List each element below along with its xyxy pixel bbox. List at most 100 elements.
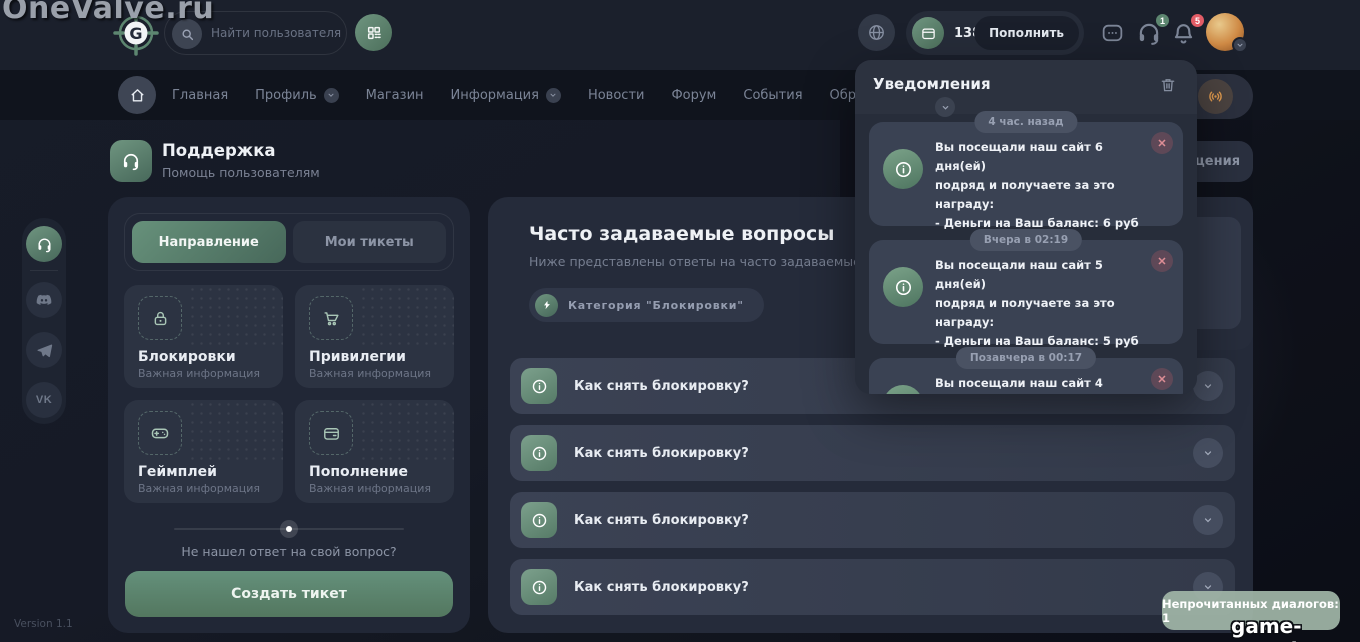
- nav-item-main[interactable]: Главная: [172, 88, 228, 103]
- discord-icon: [35, 291, 53, 309]
- info-icon: [521, 569, 557, 605]
- nav-item-profile[interactable]: Профиль: [255, 88, 339, 103]
- close-notification-button[interactable]: ✕: [1151, 250, 1173, 272]
- page-title: Поддержка: [162, 141, 276, 160]
- close-notification-button[interactable]: ✕: [1151, 132, 1173, 154]
- notification-text: Вы посещали наш сайт 6 дня(ей) подряд и …: [935, 122, 1183, 233]
- notification-item: Позавчера в 00:17 ✕ Вы посещали наш сайт…: [869, 358, 1183, 394]
- cart-icon: [309, 296, 353, 340]
- notification-time-badge: Позавчера в 00:17: [956, 347, 1096, 369]
- support-count-badge: 1: [1154, 12, 1171, 29]
- faq-item[interactable]: Как снять блокировку?: [510, 492, 1235, 548]
- info-icon: [521, 435, 557, 471]
- vk-button[interactable]: VK: [26, 382, 62, 418]
- info-icon: [521, 502, 557, 538]
- nav-label: Новости: [588, 88, 645, 103]
- category-title: Геймплей: [138, 464, 269, 480]
- category-title: Блокировки: [138, 349, 269, 365]
- watermark-top-left: OneValve.ru: [2, 0, 214, 26]
- tab-direction[interactable]: Направление: [132, 221, 286, 263]
- notification-line: Вы посещали наш сайт 6 дня(ей): [935, 138, 1149, 176]
- page-subtitle: Помощь пользователям: [162, 165, 320, 180]
- chevron-down-icon[interactable]: [1193, 505, 1223, 535]
- faq-list: Как снять блокировку? Как снять блокиров…: [510, 358, 1235, 615]
- category-card-gameplay[interactable]: Геймплей Важная информация: [124, 400, 283, 503]
- nav-item-shop[interactable]: Магазин: [366, 88, 424, 103]
- no-answer-text: Не нашел ответ на свой вопрос?: [108, 544, 470, 559]
- faq-title: Часто задаваемые вопросы: [529, 223, 834, 245]
- tab-my-tickets[interactable]: Мои тикеты: [293, 221, 447, 263]
- telegram-button[interactable]: [26, 332, 62, 368]
- notification-line: Вы посещали наш сайт 5 дня(ей): [935, 256, 1149, 294]
- support-headset-button[interactable]: 1: [1136, 19, 1164, 47]
- dock-support-button[interactable]: [26, 226, 62, 262]
- info-icon: [883, 149, 923, 189]
- notification-time-badge: Вчера в 02:19: [970, 229, 1082, 251]
- category-card-privileges[interactable]: Привилегии Важная информация: [295, 285, 454, 388]
- language-globe-button[interactable]: [858, 14, 895, 51]
- clear-notifications-button[interactable]: [1159, 74, 1181, 96]
- trash-icon: [1159, 76, 1177, 94]
- home-button[interactable]: [118, 76, 156, 114]
- category-subtitle: Важная информация: [309, 482, 440, 495]
- topup-button[interactable]: Пополнить: [974, 16, 1079, 50]
- category-card-topup[interactable]: Пополнение Важная информация: [295, 400, 454, 503]
- faq-item[interactable]: Как снять блокировку?: [510, 559, 1235, 615]
- category-subtitle: Важная информация: [138, 367, 269, 380]
- faq-item[interactable]: Как снять блокировку?: [510, 425, 1235, 481]
- nav-item-information[interactable]: Информация: [451, 88, 561, 103]
- headset-icon: [121, 151, 141, 171]
- category-subtitle: Важная информация: [138, 482, 269, 495]
- nav-label: Информация: [451, 88, 539, 103]
- notification-line: подряд и получаете за это награду:: [935, 294, 1149, 332]
- user-avatar[interactable]: [1206, 13, 1244, 51]
- discord-button[interactable]: [26, 282, 62, 318]
- wallet-icon: [309, 411, 353, 455]
- nav-label: Магазин: [366, 88, 424, 103]
- faq-question: Как снять блокировку?: [574, 446, 749, 461]
- create-ticket-button[interactable]: Создать тикет: [125, 571, 453, 617]
- info-icon: [883, 385, 923, 394]
- chat-messages-icon-button[interactable]: [1100, 19, 1128, 47]
- notification-line: Вы посещали наш сайт 4 дня(ей): [935, 374, 1149, 394]
- notifications-count-badge: 5: [1189, 12, 1206, 29]
- chevron-down-icon: [324, 88, 339, 103]
- notifications-bell-button[interactable]: 5: [1171, 19, 1199, 47]
- notifications-list: 4 час. назад ✕ Вы посещали наш сайт 6 дн…: [855, 114, 1197, 394]
- nav-label: Главная: [172, 88, 228, 103]
- notification-line: подряд и получаете за это награду:: [935, 176, 1149, 214]
- balance-pill: 138.9 ₽ Пополнить: [906, 11, 1084, 55]
- search-input[interactable]: [211, 12, 341, 54]
- notification-text: Вы посещали наш сайт 5 дня(ей) подряд и …: [935, 240, 1183, 351]
- notifications-dropdown: Уведомления 4 час. назад ✕ Вы посещали н…: [855, 60, 1197, 394]
- avatar-chevron-down-icon: [1232, 37, 1248, 53]
- nav-item-events[interactable]: События: [743, 88, 802, 103]
- faq-question: Как снять блокировку?: [574, 379, 749, 394]
- chevron-down-icon[interactable]: [935, 97, 955, 117]
- carousel-handle[interactable]: [280, 520, 298, 538]
- nav-item-news[interactable]: Новости: [588, 88, 645, 103]
- nav-links: Главная Профиль Магазин Информация Новос…: [172, 70, 959, 120]
- notifications-title: Уведомления: [873, 75, 991, 93]
- nav-label: Форум: [671, 88, 716, 103]
- headset-icon: [36, 236, 53, 253]
- faq-question: Как снять блокировку?: [574, 513, 749, 528]
- notification-time-badge: 4 час. назад: [974, 111, 1077, 133]
- category-grid: Блокировки Важная информация Привилегии …: [124, 285, 454, 503]
- support-tabs: Направление Мои тикеты: [124, 213, 454, 271]
- vk-icon: VK: [36, 394, 52, 406]
- info-icon: [521, 368, 557, 404]
- chat-dots-icon: [1100, 21, 1125, 46]
- radio-live-icon: [1198, 79, 1233, 114]
- dock-divider: [30, 270, 58, 271]
- chevron-down-icon[interactable]: [1193, 371, 1223, 401]
- chevron-down-icon[interactable]: [1193, 438, 1223, 468]
- close-notification-button[interactable]: ✕: [1151, 368, 1173, 390]
- category-card-blocks[interactable]: Блокировки Важная информация: [124, 285, 283, 388]
- faq-question: Как снять блокировку?: [574, 580, 749, 595]
- qr-code-button[interactable]: [355, 14, 392, 51]
- nav-item-forum[interactable]: Форум: [671, 88, 716, 103]
- qr-icon: [366, 25, 382, 41]
- wallet-icon: [912, 17, 944, 49]
- page: G 138.9 ₽ Попо: [0, 0, 1360, 642]
